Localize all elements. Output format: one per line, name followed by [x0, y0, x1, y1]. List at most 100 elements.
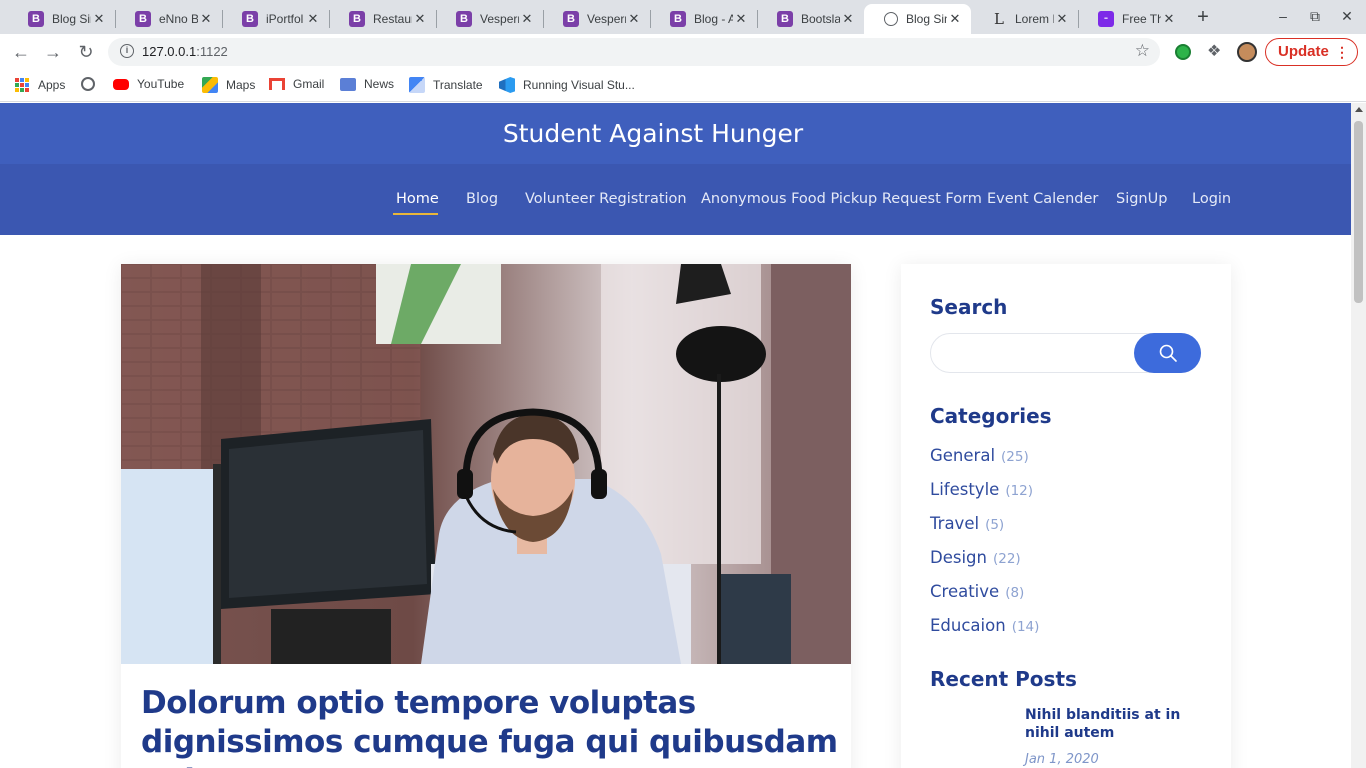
browser-tab[interactable]: L Lorem I ✕ [971, 4, 1078, 34]
bootstrap-icon: B [670, 11, 686, 27]
tab-title: Free Th [1122, 12, 1161, 26]
browser-tab[interactable]: B Restaur ✕ [329, 4, 436, 34]
apps-grid-dots [14, 77, 30, 93]
tab-close-icon[interactable]: ✕ [626, 11, 642, 27]
nav-link-event-calender[interactable]: Event Calender [987, 191, 1098, 207]
bookmark-item[interactable]: YouTube [113, 77, 184, 91]
tab-close-icon[interactable]: ✕ [91, 11, 107, 27]
nav-link-signup[interactable]: SignUp [1116, 191, 1167, 207]
new-tab-button[interactable]: + [1192, 6, 1214, 28]
category-item[interactable]: Travel (5) [930, 514, 1004, 533]
category-count: (22) [992, 551, 1021, 567]
category-item[interactable]: General (25) [930, 446, 1029, 465]
blog-sidebar: Search Categories General (25) Lifestyle (1… [901, 264, 1231, 768]
extension-icon[interactable] [1175, 44, 1191, 60]
tab-close-icon[interactable]: ✕ [305, 11, 321, 27]
recent-post-thumbnail[interactable] [930, 707, 1010, 768]
category-item[interactable]: Design (22) [930, 548, 1021, 567]
tab-close-icon[interactable]: ✕ [412, 11, 428, 27]
category-item[interactable]: Educaion (14) [930, 616, 1039, 635]
close-window-icon[interactable]: ✕ [1339, 8, 1355, 25]
browser-tab[interactable]: BeNno B ✕ [115, 4, 222, 34]
search-button[interactable] [1134, 333, 1201, 373]
restore-icon[interactable]: ⧉ [1307, 8, 1323, 25]
browser-tab[interactable]: Blog Sin ✕ [864, 4, 971, 34]
site-title[interactable]: Student Against Hunger [0, 119, 1306, 148]
tab-close-icon[interactable]: ✕ [1161, 11, 1177, 27]
recent-post-title[interactable]: Nihil blanditiis at in nihil autem [1025, 706, 1205, 742]
url-text: 127.0.0.1:1122 [142, 44, 228, 59]
tab-close-icon[interactable]: ✕ [947, 11, 963, 27]
apps-dot [20, 83, 24, 87]
browser-tab[interactable]: BiPortfol ✕ [222, 4, 329, 34]
translate-icon [409, 77, 425, 93]
browser-tab[interactable]: •• Free Th ✕ [1078, 4, 1185, 34]
tab-close-icon[interactable]: ✕ [1054, 11, 1070, 27]
minimize-icon[interactable]: – [1275, 8, 1291, 24]
site-header: Student Against Hunger [0, 103, 1351, 164]
bookmark-item[interactable]: Running Visual Stu... [499, 77, 635, 93]
web-page: Student Against Hunger Home Blog Volunteer… [0, 103, 1351, 768]
bookmark-item[interactable]: Apps [14, 77, 65, 93]
bookmark-item[interactable]: Maps [202, 77, 255, 93]
post-title[interactable]: Dolorum optio tempore voluptas dignissim… [141, 684, 841, 768]
maps-icon [202, 77, 218, 93]
bookmark-item[interactable] [81, 77, 103, 91]
site-info-icon[interactable]: i [120, 44, 134, 58]
browser-toolbar: ← → ↻ i 127.0.0.1:1122 ☆ ❖ Update ⋮ [0, 34, 1366, 70]
tab-close-icon[interactable]: ✕ [733, 11, 749, 27]
scroll-up-arrow-icon[interactable] [1355, 107, 1363, 112]
tab-close-icon[interactable]: ✕ [840, 11, 856, 27]
post-featured-image [121, 264, 851, 664]
nav-link-anonymous-food-pickup-request-form[interactable]: Anonymous Food Pickup Request Form [701, 191, 982, 207]
tab-close-icon[interactable]: ✕ [198, 11, 214, 27]
menu-dots-icon[interactable]: ⋮ [1335, 39, 1349, 65]
browser-tab[interactable]: B Vesperr ✕ [436, 4, 543, 34]
extensions-puzzle-icon[interactable]: ❖ [1207, 41, 1221, 61]
browser-tab[interactable]: B Vesperr ✕ [543, 4, 650, 34]
gmail-icon [269, 78, 285, 90]
apps-dot [15, 88, 19, 92]
browser-tab[interactable]: B Bootsla ✕ [757, 4, 864, 34]
tab-title: Vesperr [480, 12, 519, 26]
tab-separator [757, 10, 758, 28]
address-bar[interactable]: i 127.0.0.1:1122 ☆ [108, 38, 1160, 66]
bookmark-label: News [364, 77, 395, 91]
tab-title: Vesperr [587, 12, 626, 26]
bookmark-label: Translate [433, 78, 483, 92]
tab-close-icon[interactable]: ✕ [519, 11, 535, 27]
reload-icon[interactable]: ↻ [75, 41, 97, 63]
nav-link-home[interactable]: Home [396, 191, 439, 207]
bookmark-item[interactable]: Translate [409, 77, 483, 93]
page-scrollbar[interactable] [1351, 103, 1366, 768]
browser-tab[interactable]: B Blog Sin✕ [8, 4, 115, 34]
recent-post-date: Jan 1, 2020 [1025, 752, 1099, 767]
bookmark-star-icon[interactable]: ☆ [1135, 41, 1150, 61]
forward-icon[interactable]: → [42, 41, 64, 63]
bookmark-label: Running Visual Stu... [523, 78, 635, 92]
nav-link-volunteer-registration[interactable]: Volunteer Registration [525, 191, 687, 207]
category-item[interactable]: Lifestyle (12) [930, 480, 1033, 499]
update-button[interactable]: Update ⋮ [1265, 38, 1358, 66]
profile-avatar[interactable] [1237, 42, 1257, 62]
apps-dot [15, 78, 19, 82]
browser-tab[interactable]: B Blog - A ✕ [650, 4, 757, 34]
nav-link-blog[interactable]: Blog [466, 191, 498, 207]
url-host: 127.0.0.1 [142, 44, 197, 59]
category-name: Travel [930, 514, 980, 533]
browser-tabstrip: BBlog Sin✕BeNno B✕BiPortfol✕BRestaur✕BVe… [0, 0, 1366, 34]
search-input[interactable] [931, 334, 1131, 372]
apps-dot [15, 83, 19, 87]
tab-separator [650, 10, 651, 28]
scrollbar-thumb[interactable] [1354, 121, 1363, 303]
categories-heading: Categories [930, 404, 1052, 428]
category-item[interactable]: Creative (8) [930, 582, 1024, 601]
back-icon[interactable]: ← [10, 41, 32, 63]
globe-icon [884, 12, 898, 26]
nav-link-login[interactable]: Login [1192, 191, 1231, 207]
bookmark-item[interactable]: Gmail [269, 77, 324, 91]
bookmark-item[interactable]: News [340, 77, 394, 91]
apps-dot [20, 78, 24, 82]
tab-title: Blog Sin [52, 12, 91, 26]
nav-active-underline [393, 213, 438, 215]
